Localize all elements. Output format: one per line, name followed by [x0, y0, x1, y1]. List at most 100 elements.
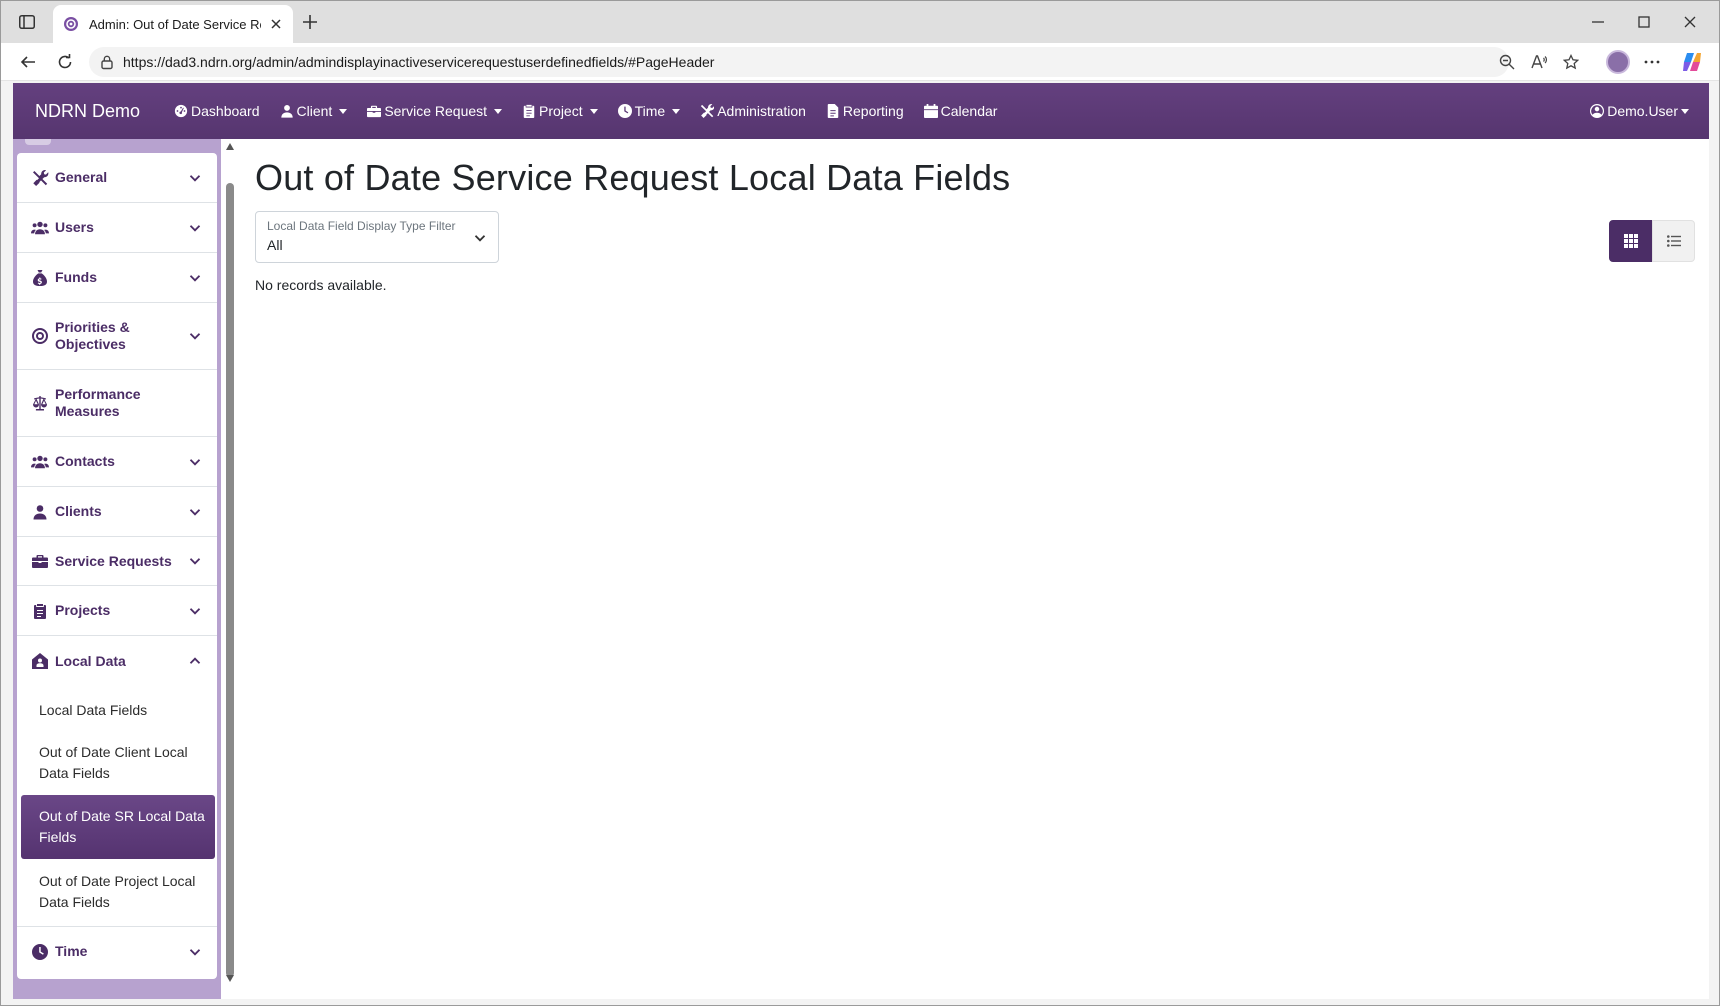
sidebar-item-label: Performance Measures	[55, 386, 141, 419]
url-text[interactable]: https://dad3.ndrn.org/admin/admindisplay…	[123, 54, 714, 70]
sidebar-subitem-out-of-date-client[interactable]: Out of Date Client Local Data Fields	[17, 742, 203, 784]
chevron-up-icon	[189, 655, 201, 667]
sidebar-item-label: Time	[55, 943, 88, 959]
nav-label: Time	[634, 103, 666, 119]
caret-down-icon	[339, 108, 348, 114]
filter-label: Local Data Field Display Type Filter	[267, 219, 456, 233]
clock-icon	[31, 944, 49, 960]
caret-down-icon	[1681, 108, 1689, 114]
nav-time[interactable]: Time	[618, 103, 681, 119]
sidebar-item-label: Users	[55, 219, 94, 235]
sidebar-item-local-data[interactable]: Local Data	[17, 636, 217, 686]
target-icon	[31, 328, 49, 344]
sidebar-subitem-out-of-date-project[interactable]: Out of Date Project Local Data Fields	[17, 871, 197, 913]
grid-view-button[interactable]	[1609, 220, 1652, 262]
minimize-icon[interactable]	[1589, 13, 1607, 31]
list-view-button[interactable]	[1652, 220, 1695, 262]
sidebar-item-clients[interactable]: Clients	[17, 487, 217, 537]
chevron-down-icon	[189, 946, 201, 958]
nav-service-request[interactable]: Service Request	[367, 103, 503, 119]
nav-label: Administration	[717, 103, 806, 119]
nav-label: Calendar	[940, 103, 998, 119]
caret-down-icon	[494, 108, 503, 114]
main-content: Out of Date Service Request Local Data F…	[255, 139, 1695, 979]
address-bar[interactable]: https://dad3.ndrn.org/admin/admindisplay…	[89, 47, 1579, 77]
tab-actions-icon[interactable]	[17, 13, 37, 31]
back-icon[interactable]	[19, 53, 37, 71]
maximize-icon[interactable]	[1635, 13, 1653, 31]
new-tab-icon[interactable]	[301, 13, 319, 31]
site-info-icon[interactable]	[99, 54, 115, 70]
admin-sidebar: General Users Funds Priorities & Objecti…	[17, 153, 217, 979]
users-icon	[31, 454, 49, 470]
clipboard-icon	[522, 104, 536, 118]
sidebar-item-time[interactable]: Time	[17, 926, 217, 976]
sidebar-subitem-out-of-date-sr[interactable]: Out of Date SR Local Data Fields	[21, 795, 215, 859]
chevron-down-icon	[189, 605, 201, 617]
favorite-star-icon[interactable]	[1563, 54, 1579, 70]
scrollbar-thumb[interactable]	[226, 183, 234, 977]
more-options-icon[interactable]	[1643, 53, 1661, 71]
sidebar-item-label: General	[55, 169, 108, 185]
sidebar-item-priorities-objectives[interactable]: Priorities & Objectives	[17, 303, 217, 370]
clock-icon	[618, 104, 632, 118]
sidebar-item-performance-measures[interactable]: Performance Measures	[17, 370, 217, 437]
nav-project[interactable]: Project	[522, 103, 598, 119]
nav-dashboard[interactable]: Dashboard	[174, 103, 260, 119]
nav-calendar[interactable]: Calendar	[924, 103, 998, 119]
nav-administration[interactable]: Administration	[700, 103, 806, 119]
browser-window: Admin: Out of Date Service Requ https://…	[0, 0, 1720, 1006]
display-type-filter-select[interactable]: Local Data Field Display Type Filter All	[255, 211, 499, 263]
sidebar-item-label: Priorities & Objectives	[55, 319, 130, 352]
copilot-icon[interactable]	[1681, 51, 1703, 73]
sidebar-item-label: Projects	[55, 602, 111, 618]
sidebar-subitem-local-data-fields[interactable]: Local Data Fields	[17, 700, 217, 721]
zoom-out-icon[interactable]	[1499, 54, 1515, 70]
sidebar-item-projects[interactable]: Projects	[17, 586, 217, 636]
file-icon	[826, 104, 840, 118]
scroll-down-arrow-icon[interactable]	[226, 975, 234, 982]
sidebar-handle	[25, 139, 51, 145]
read-aloud-icon[interactable]	[1531, 54, 1547, 70]
briefcase-icon	[367, 104, 381, 118]
sidebar-scrollbar[interactable]	[224, 139, 236, 985]
sidebar-item-funds[interactable]: Funds	[17, 253, 217, 303]
person-icon	[31, 504, 49, 520]
sidebar-item-contacts[interactable]: Contacts	[17, 437, 217, 487]
user-name: Demo.User	[1607, 103, 1678, 119]
chevron-down-icon	[189, 456, 201, 468]
view-toggle	[1609, 220, 1695, 262]
sidebar-item-users[interactable]: Users	[17, 203, 217, 253]
house-icon	[31, 653, 49, 669]
nav-label: Project	[539, 103, 583, 119]
nav-client[interactable]: Client	[280, 103, 348, 119]
person-icon	[280, 104, 294, 118]
top-navbar: NDRN Demo Dashboard Client Service Reque…	[13, 83, 1709, 139]
scroll-up-arrow-icon[interactable]	[226, 143, 234, 150]
tools-icon	[700, 104, 714, 118]
profile-avatar[interactable]	[1606, 50, 1630, 74]
sidebar-item-service-requests[interactable]: Service Requests	[17, 537, 217, 586]
nav-label: Client	[296, 103, 333, 119]
close-tab-icon[interactable]	[269, 17, 283, 31]
brand-link[interactable]: NDRN Demo	[35, 101, 140, 122]
sidebar-item-label: Clients	[55, 503, 102, 519]
caret-down-icon	[672, 108, 681, 114]
refresh-icon[interactable]	[56, 53, 74, 71]
browser-tab-active[interactable]: Admin: Out of Date Service Requ	[53, 5, 293, 43]
sidebar-frame: General Users Funds Priorities & Objecti…	[13, 139, 221, 999]
tools-icon	[31, 170, 49, 186]
clipboard-icon	[31, 603, 49, 619]
empty-state-message: No records available.	[255, 277, 387, 293]
user-menu[interactable]: Demo.User	[1590, 103, 1689, 119]
tab-title: Admin: Out of Date Service Requ	[89, 16, 261, 32]
grid-icon	[1623, 234, 1638, 248]
nav-label: Reporting	[842, 103, 904, 119]
briefcase-icon	[31, 553, 49, 569]
scale-icon	[31, 395, 49, 411]
sidebar-item-general[interactable]: General	[17, 153, 217, 203]
money-bag-icon	[31, 270, 49, 286]
nav-reporting[interactable]: Reporting	[826, 103, 904, 119]
list-icon	[1666, 235, 1681, 247]
close-window-icon[interactable]	[1681, 13, 1699, 31]
